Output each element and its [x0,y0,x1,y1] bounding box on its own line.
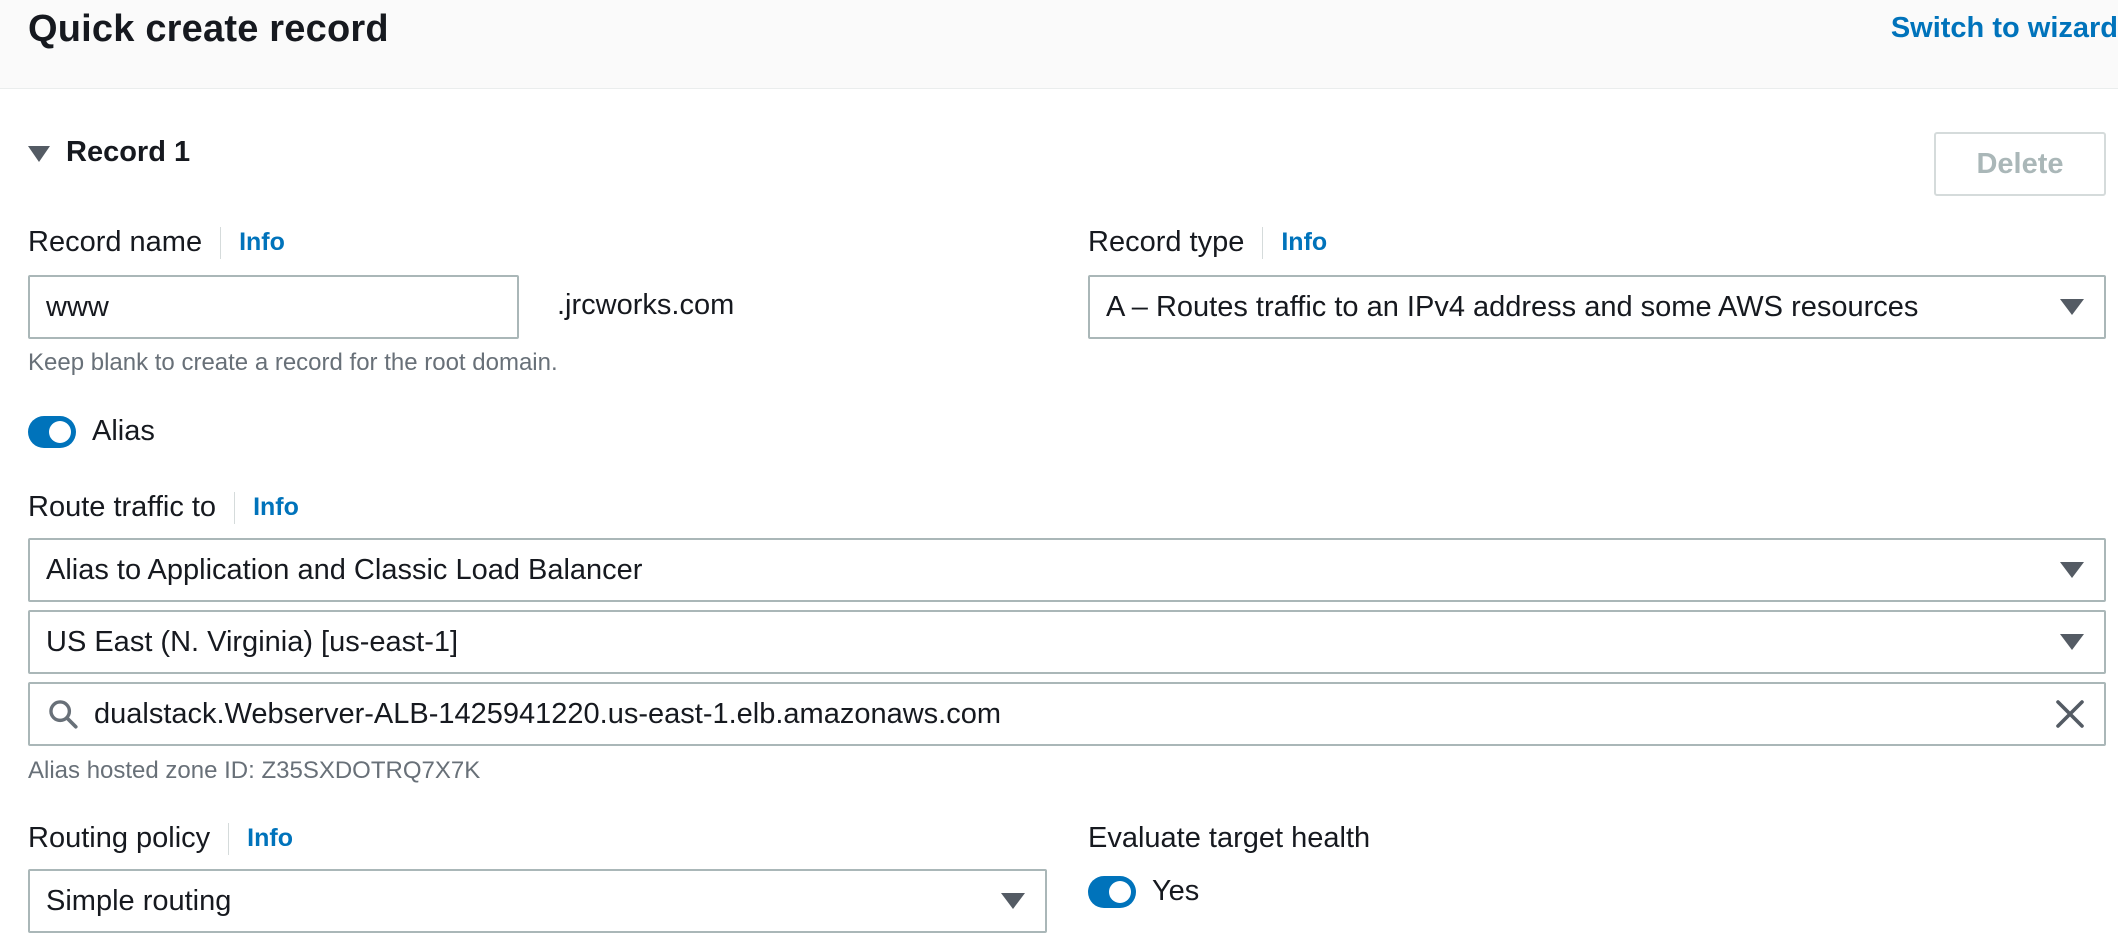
route-traffic-info-link[interactable]: Info [253,493,299,522]
routing-policy-info-link[interactable]: Info [247,824,293,853]
region-value: US East (N. Virginia) [us-east-1] [46,625,459,658]
route-traffic-label-row: Route traffic to Info [28,491,299,524]
load-balancer-value: dualstack.Webserver-ALB-1425941220.us-ea… [94,697,1002,730]
endpoint-value: Alias to Application and Classic Load Ba… [46,553,643,586]
toggle-knob [49,421,71,443]
alias-toggle-label: Alias [92,415,155,447]
evaluate-health-toggle[interactable] [1088,876,1136,908]
record-name-input[interactable]: www [28,275,519,339]
route-traffic-label: Route traffic to [28,491,217,523]
evaluate-health-toggle-label: Yes [1152,875,1200,907]
page-title: Quick create record [28,8,389,50]
routing-policy-label-row: Routing policy Info [28,822,293,855]
switch-to-wizard-link[interactable]: Switch to wizard [1891,12,2118,45]
toggle-knob [1109,881,1131,903]
caret-down-icon[interactable] [28,145,50,162]
dropdown-arrow-icon [2060,299,2084,315]
record-type-info-link[interactable]: Info [1281,228,1327,257]
label-divider [1262,226,1264,259]
dropdown-arrow-icon [1001,893,1025,909]
record-type-select[interactable]: A – Routes traffic to an IPv4 address an… [1088,275,2106,339]
hosted-zone-id: Alias hosted zone ID: Z35SXDOTRQ7X7K [28,757,481,784]
routing-policy-value: Simple routing [46,884,232,917]
record-section-header[interactable]: Record 1 [28,136,190,169]
dropdown-arrow-icon [2060,634,2084,650]
label-divider [228,822,230,855]
record-type-label: Record type [1088,226,1245,258]
evaluate-health-label: Evaluate target health [1088,822,1371,854]
delete-button[interactable]: Delete [1934,132,2106,196]
search-icon [49,700,78,729]
record-name-value: www [46,290,109,323]
routing-policy-select[interactable]: Simple routing [28,869,1047,933]
endpoint-select[interactable]: Alias to Application and Classic Load Ba… [28,538,2106,602]
clear-icon[interactable] [2052,696,2088,732]
routing-policy-label: Routing policy [28,822,211,854]
record-name-hint: Keep blank to create a record for the ro… [28,349,558,376]
record-type-value: A – Routes traffic to an IPv4 address an… [1106,290,1919,323]
page-header: Quick create record Switch to wizard [0,0,2118,89]
record-name-info-link[interactable]: Info [239,228,285,257]
dropdown-arrow-icon [2060,562,2084,578]
alias-toggle[interactable] [28,416,76,448]
record-type-label-row: Record type Info [1088,226,1327,259]
label-divider [234,491,236,524]
record-name-label-row: Record name Info [28,226,285,259]
domain-suffix: .jrcworks.com [557,289,735,321]
label-divider [220,226,222,259]
record-name-label: Record name [28,226,203,258]
region-select[interactable]: US East (N. Virginia) [us-east-1] [28,610,2106,674]
load-balancer-search-input[interactable]: dualstack.Webserver-ALB-1425941220.us-ea… [28,682,2106,746]
record-title: Record 1 [66,136,191,168]
